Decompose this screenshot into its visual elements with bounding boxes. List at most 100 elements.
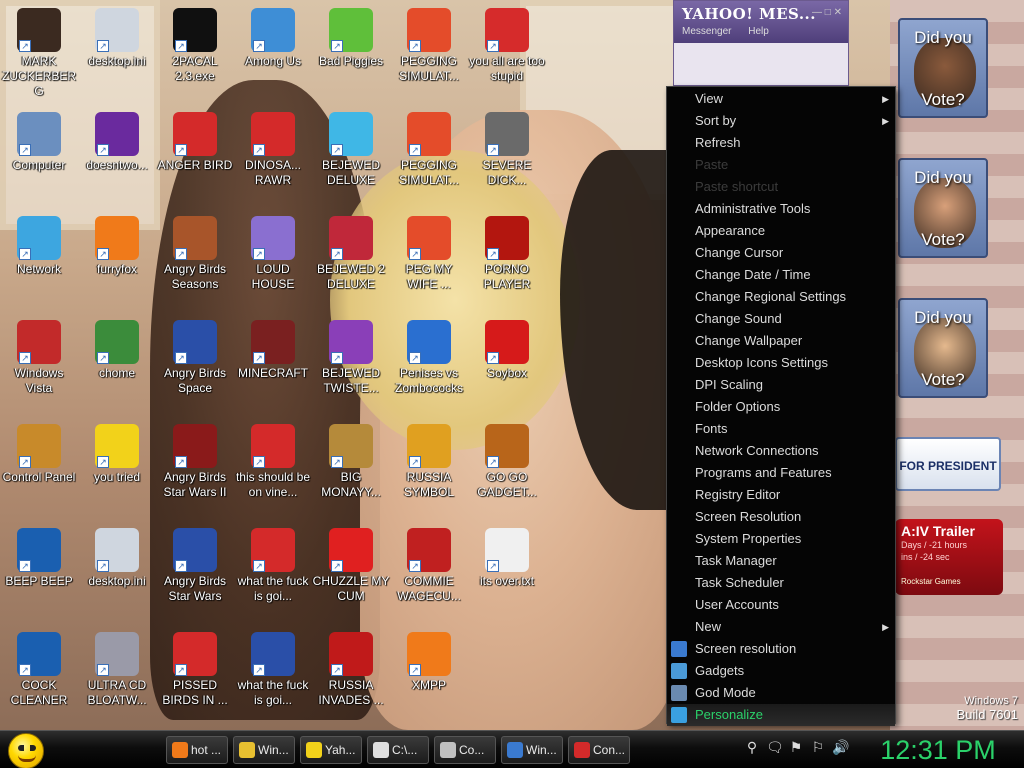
- desktop-icon[interactable]: ↗ RUSSIA INVADES ...: [312, 632, 390, 708]
- desktop-icon[interactable]: ↗ BEEP BEEP: [0, 528, 78, 589]
- desktop-icon[interactable]: ↗ desktop.ini: [78, 8, 156, 69]
- desktop-icon[interactable]: ↗ XMPP: [390, 632, 468, 693]
- desktop-icon[interactable]: ↗ MINECRAFT: [234, 320, 312, 381]
- context-menu-item[interactable]: Change Date / Time: [667, 264, 895, 286]
- desktop-icon[interactable]: ↗ CHUZZLE MY CUM: [312, 528, 390, 604]
- desktop-icon[interactable]: ↗ Penises vs Zombococks: [390, 320, 468, 396]
- context-menu-item[interactable]: Change Wallpaper: [667, 330, 895, 352]
- context-menu-item[interactable]: Screen resolution: [667, 638, 895, 660]
- desktop-icon[interactable]: ↗ COCK CLEANER: [0, 632, 78, 708]
- context-menu-item[interactable]: User Accounts: [667, 594, 895, 616]
- desktop-icon[interactable]: ↗ ANGER BIRD: [156, 112, 234, 173]
- desktop-icon[interactable]: ↗ DINOSA... RAWR: [234, 112, 312, 188]
- gta-countdown-gadget[interactable]: A:IV Trailer Days / -21 hours ins / -24 …: [895, 519, 1003, 595]
- desktop-icon[interactable]: ↗ its over.txt: [468, 528, 546, 589]
- flag-icon[interactable]: ⚑: [788, 739, 804, 757]
- context-menu-item[interactable]: Administrative Tools: [667, 198, 895, 220]
- desktop-icon[interactable]: ↗ furryfox: [78, 216, 156, 277]
- desktop-icon[interactable]: ↗ what the fuck is goi...: [234, 528, 312, 604]
- desktop-icon[interactable]: ↗ Soybox: [468, 320, 546, 381]
- desktop-icon[interactable]: ↗ Angry Birds Space: [156, 320, 234, 396]
- desktop-icon[interactable]: ↗ doesntwo...: [78, 112, 156, 173]
- volume-icon[interactable]: 🔊: [832, 739, 849, 757]
- context-menu-item[interactable]: Fonts: [667, 418, 895, 440]
- taskbar-clock[interactable]: 12:31 PM: [876, 733, 1000, 767]
- desktop-icon[interactable]: ↗ BEJEWED TWISTE...: [312, 320, 390, 396]
- start-button[interactable]: [8, 733, 44, 768]
- desktop-icon[interactable]: ↗ COMMIE WAGECU...: [390, 528, 468, 604]
- desktop-icon[interactable]: ↗ BEJEWED 2 DELUXE: [312, 216, 390, 292]
- context-menu-item[interactable]: New ▶: [667, 616, 895, 638]
- desktop-icon[interactable]: ↗ Angry Birds Seasons: [156, 216, 234, 292]
- taskbar-button[interactable]: Yah...: [300, 736, 362, 764]
- context-menu-item[interactable]: Change Regional Settings: [667, 286, 895, 308]
- desktop-icon[interactable]: ↗ ULTRA CD BLOATW...: [78, 632, 156, 708]
- yahoo-menu-messenger[interactable]: Messenger: [682, 26, 731, 37]
- yahoo-menu-help[interactable]: Help: [748, 26, 769, 37]
- vote-gadget[interactable]: Did you Vote?: [898, 18, 988, 118]
- desktop-icon[interactable]: ↗ Network: [0, 216, 78, 277]
- context-menu-item[interactable]: Task Manager: [667, 550, 895, 572]
- desktop-icon[interactable]: ↗ chome: [78, 320, 156, 381]
- context-menu-item[interactable]: Appearance: [667, 220, 895, 242]
- desktop-icon[interactable]: ↗ Control Panel: [0, 424, 78, 485]
- taskbar-button[interactable]: Con...: [568, 736, 630, 764]
- yahoo-titlebar[interactable]: YAHOO! MES... Messenger Help — □ ✕: [674, 1, 848, 43]
- desktop-icon[interactable]: ↗ Windows Vista: [0, 320, 78, 396]
- desktop-icon[interactable]: ↗ Computer: [0, 112, 78, 173]
- context-menu-item[interactable]: System Properties: [667, 528, 895, 550]
- context-menu-item[interactable]: Programs and Features: [667, 462, 895, 484]
- context-menu-item[interactable]: Screen Resolution: [667, 506, 895, 528]
- context-menu-item[interactable]: Folder Options: [667, 396, 895, 418]
- desktop-icon[interactable]: ↗ Angry Birds Star Wars II: [156, 424, 234, 500]
- vote-gadget[interactable]: Did you Vote?: [898, 298, 988, 398]
- context-menu-item[interactable]: Refresh: [667, 132, 895, 154]
- desktop-icon[interactable]: ↗ GO GO GADGET...: [468, 424, 546, 500]
- context-menu-item[interactable]: Change Sound: [667, 308, 895, 330]
- taskbar-button[interactable]: hot ...: [166, 736, 228, 764]
- desktop-icon[interactable]: ↗ PEG MY WIFE ...: [390, 216, 468, 292]
- context-menu-item[interactable]: Registry Editor: [667, 484, 895, 506]
- desktop-icon[interactable]: ↗ Angry Birds Star Wars: [156, 528, 234, 604]
- notification-icon[interactable]: 🗨: [766, 739, 784, 757]
- taskbar-button[interactable]: Win...: [501, 736, 563, 764]
- context-menu-item[interactable]: Network Connections: [667, 440, 895, 462]
- taskbar-button[interactable]: Win...: [233, 736, 295, 764]
- desktop-icon[interactable]: ↗ RUSSIA SYMBOL: [390, 424, 468, 500]
- context-menu-item[interactable]: Change Cursor: [667, 242, 895, 264]
- context-menu-item[interactable]: Desktop Icons Settings: [667, 352, 895, 374]
- desktop-icon[interactable]: ↗ PEGGING SIMULAT...: [390, 112, 468, 188]
- network-icon[interactable]: ⚐: [810, 739, 826, 757]
- taskbar-button[interactable]: C:\...: [367, 736, 429, 764]
- yahoo-messenger-window[interactable]: YAHOO! MES... Messenger Help — □ ✕: [673, 0, 849, 86]
- desktop-icon[interactable]: ↗ desktop.ini: [78, 528, 156, 589]
- desktop-icon[interactable]: ↗ 2PACAL 2.3.exe: [156, 8, 234, 84]
- desktop-icon[interactable]: ↗ you tried: [78, 424, 156, 485]
- context-menu-item[interactable]: DPI Scaling: [667, 374, 895, 396]
- desktop-icon[interactable]: ↗ PISSED BIRDS IN ...: [156, 632, 234, 708]
- desktop-icon[interactable]: ↗ Among Us: [234, 8, 312, 69]
- window-controls-icon[interactable]: — □ ✕: [812, 7, 842, 18]
- desktop-icon[interactable]: ↗ this should be on vine...: [234, 424, 312, 500]
- taskbar-button[interactable]: Co...: [434, 736, 496, 764]
- desktop-icon[interactable]: ↗ Bad Piggies: [312, 8, 390, 69]
- context-menu-item[interactable]: Task Scheduler: [667, 572, 895, 594]
- context-menu-item[interactable]: Gadgets: [667, 660, 895, 682]
- desktop-icon[interactable]: ↗ PEGGING SIMULAT...: [390, 8, 468, 84]
- search-icon[interactable]: ⚲: [744, 739, 760, 757]
- desktop-icon[interactable]: ↗ PORNO PLAYER: [468, 216, 546, 292]
- president-banner[interactable]: FOR PRESIDENT: [895, 437, 1001, 491]
- vote-gadget[interactable]: Did you Vote?: [898, 158, 988, 258]
- context-menu-item[interactable]: View ▶: [667, 88, 895, 110]
- context-menu-item[interactable]: God Mode: [667, 682, 895, 704]
- desktop-icon[interactable]: ↗ SEVERE DICK...: [468, 112, 546, 188]
- desktop-icon[interactable]: ↗ what the fuck is goi...: [234, 632, 312, 708]
- desktop-icon[interactable]: ↗ BIG MONAYY...: [312, 424, 390, 500]
- desktop-icon[interactable]: ↗ you all are too stupid: [468, 8, 546, 84]
- desktop-icon[interactable]: ↗ LOUD HOUSE: [234, 216, 312, 292]
- desktop-icon[interactable]: ↗ BEJEWED DELUXE: [312, 112, 390, 188]
- app-icon: ↗: [251, 424, 295, 468]
- context-menu-item[interactable]: Sort by ▶: [667, 110, 895, 132]
- desktop-icon[interactable]: ↗ MARK ZUCKERBERG: [0, 8, 78, 99]
- context-menu-item[interactable]: Personalize: [667, 704, 895, 726]
